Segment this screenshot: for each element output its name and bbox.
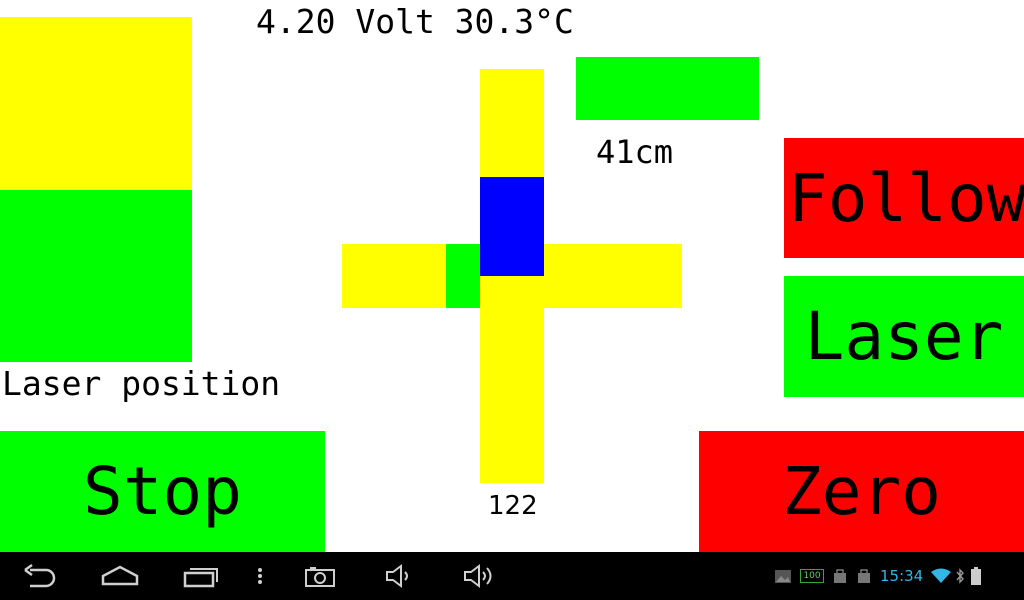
laser-position-label: Laser position xyxy=(2,364,281,403)
battery-icon: 100 xyxy=(800,569,824,583)
battery-level: 100 xyxy=(803,571,821,581)
distance-label: 41cm xyxy=(596,133,674,171)
crosshair-value: 122 xyxy=(488,491,538,521)
gallery-icon xyxy=(775,570,791,583)
zero-button[interactable]: Zero xyxy=(699,431,1024,552)
back-icon[interactable] xyxy=(22,562,58,590)
laser-position-gauge-upper xyxy=(0,17,192,190)
wifi-icon xyxy=(931,568,952,583)
bluetooth-icon xyxy=(956,568,965,584)
recent-apps-icon[interactable] xyxy=(182,562,220,590)
camera-icon[interactable] xyxy=(304,562,336,590)
system-nav-bar: 100 15:34 xyxy=(0,552,1024,600)
laser-position-gauge-lower xyxy=(0,190,192,362)
laser-button[interactable]: Laser xyxy=(784,276,1024,397)
follow-button[interactable]: Follow xyxy=(784,138,1024,258)
laser-position-gauge xyxy=(0,17,192,362)
volume-up-icon[interactable] xyxy=(462,562,496,590)
clock: 15:34 xyxy=(880,567,924,585)
volume-down-icon[interactable] xyxy=(384,562,416,590)
status-icons: 100 15:34 xyxy=(774,552,982,600)
bag-icon xyxy=(834,569,846,583)
distance-bar xyxy=(576,57,759,120)
crosshair-horizontal-indicator xyxy=(446,244,480,308)
battery-icon xyxy=(971,567,982,585)
stop-button[interactable]: Stop xyxy=(0,431,325,552)
menu-icon[interactable] xyxy=(254,562,266,590)
bag-icon xyxy=(858,569,870,583)
home-icon[interactable] xyxy=(100,562,140,590)
crosshair-vertical-indicator xyxy=(480,177,544,276)
status-readout: 4.20 Volt 30.3°C xyxy=(256,2,574,41)
